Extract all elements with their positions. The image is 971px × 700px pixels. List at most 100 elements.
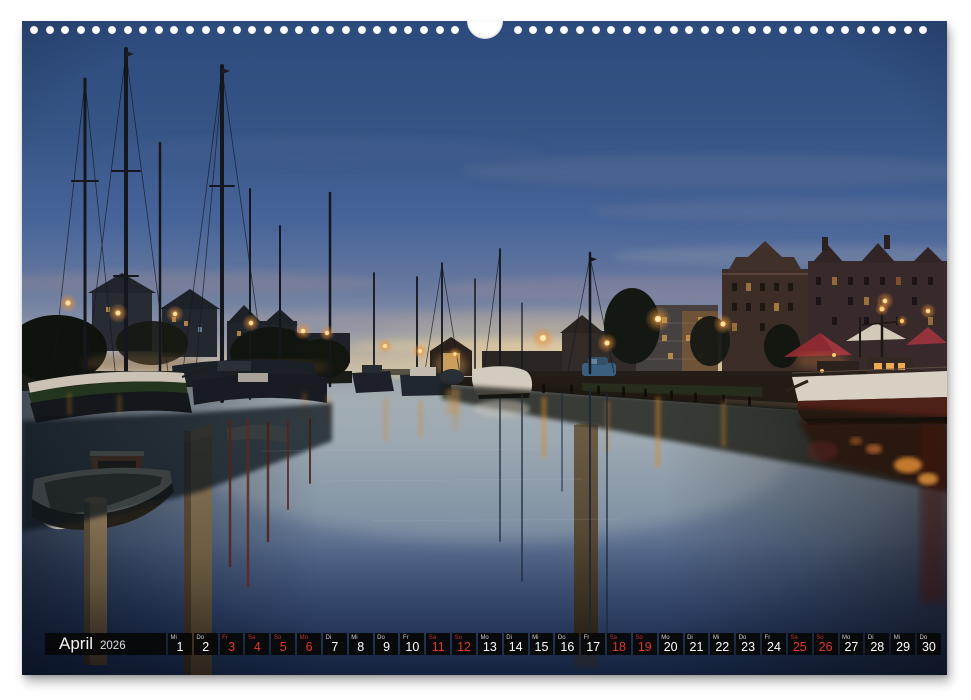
binding-hole <box>748 26 756 34</box>
day-cell: Mo 20 <box>659 633 683 655</box>
binding-hole <box>155 26 163 34</box>
binding-hole <box>342 26 350 34</box>
binding-hole <box>170 26 178 34</box>
day-number: 7 <box>323 640 347 654</box>
day-cell: So 19 <box>633 633 657 655</box>
day-cell: Sa 25 <box>788 633 812 655</box>
binding-hole <box>545 26 553 34</box>
binding-hole <box>451 26 459 34</box>
day-cell: Do 16 <box>555 633 579 655</box>
day-number: 13 <box>478 640 502 654</box>
binding-hole <box>311 26 319 34</box>
binding-hole <box>404 26 412 34</box>
day-number: 20 <box>659 640 683 654</box>
binding-hole <box>248 26 256 34</box>
day-number: 3 <box>220 640 244 654</box>
month-year-label: April 2026 <box>45 633 166 655</box>
year-label: 2026 <box>100 640 126 652</box>
binding-hole <box>61 26 69 34</box>
binding-hole <box>670 26 678 34</box>
day-number: 4 <box>245 640 269 654</box>
binding-hole <box>592 26 600 34</box>
calendar-sheet: April 2026 Mi 1 Do 2 Fr 3 Sa 4 So 5 Mo 6… <box>22 21 947 675</box>
binding-hole <box>810 26 818 34</box>
day-cell: Do 23 <box>736 633 760 655</box>
day-number: 16 <box>555 640 579 654</box>
harbor-photo <box>22 21 947 675</box>
day-cell: Mi 8 <box>349 633 373 655</box>
day-cell: Sa 18 <box>607 633 631 655</box>
binding-hole <box>280 26 288 34</box>
binding-hole <box>872 26 880 34</box>
day-number: 28 <box>865 640 889 654</box>
binding-hole <box>295 26 303 34</box>
day-cell: So 12 <box>452 633 476 655</box>
month-label: April <box>59 633 93 655</box>
day-cell: Do 9 <box>375 633 399 655</box>
binding-hole <box>373 26 381 34</box>
day-cell: Mo 13 <box>478 633 502 655</box>
day-number: 9 <box>375 640 399 654</box>
binding-hole <box>763 26 771 34</box>
binding-hole <box>794 26 802 34</box>
day-number: 1 <box>168 640 192 654</box>
day-cells: Mi 1 Do 2 Fr 3 Sa 4 So 5 Mo 6 Di 7 Mi 8 … <box>168 633 941 655</box>
day-number: 12 <box>452 640 476 654</box>
binding-hole <box>202 26 210 34</box>
binding-hole <box>904 26 912 34</box>
day-number: 29 <box>891 640 915 654</box>
binding-hole <box>701 26 709 34</box>
binding-hole <box>919 26 927 34</box>
day-cell: Fr 17 <box>581 633 605 655</box>
day-cell: Fr 24 <box>762 633 786 655</box>
photo-vignette <box>22 21 947 675</box>
binding-hole <box>514 26 522 34</box>
day-cell: Mi 1 <box>168 633 192 655</box>
day-cell: Di 28 <box>865 633 889 655</box>
day-cell: Sa 4 <box>245 633 269 655</box>
day-number: 21 <box>685 640 709 654</box>
day-cell: Mo 6 <box>297 633 321 655</box>
day-number: 11 <box>426 640 450 654</box>
binding-hole <box>779 26 787 34</box>
day-number: 25 <box>788 640 812 654</box>
day-cell: Do 30 <box>917 633 941 655</box>
day-cell: Do 2 <box>194 633 218 655</box>
binding-hole <box>826 26 834 34</box>
binding-hole <box>326 26 334 34</box>
binding-hole <box>576 26 584 34</box>
binding-hole <box>108 26 116 34</box>
binding-hole <box>358 26 366 34</box>
binding-hole <box>139 26 147 34</box>
binding-hole <box>732 26 740 34</box>
day-number: 15 <box>530 640 554 654</box>
day-number: 24 <box>762 640 786 654</box>
binding-hole <box>607 26 615 34</box>
day-number: 23 <box>736 640 760 654</box>
page-background: April 2026 Mi 1 Do 2 Fr 3 Sa 4 So 5 Mo 6… <box>0 0 971 700</box>
binding-hole <box>685 26 693 34</box>
day-cell: Fr 3 <box>220 633 244 655</box>
calendar-strip: April 2026 Mi 1 Do 2 Fr 3 Sa 4 So 5 Mo 6… <box>45 633 941 655</box>
binding-hole <box>436 26 444 34</box>
binding-hole <box>92 26 100 34</box>
day-cell: Fr 10 <box>400 633 424 655</box>
binding-hole <box>46 26 54 34</box>
day-cell: So 5 <box>271 633 295 655</box>
day-cell: Sa 11 <box>426 633 450 655</box>
day-number: 26 <box>814 640 838 654</box>
day-number: 8 <box>349 640 373 654</box>
binding-hole <box>77 26 85 34</box>
binding-hole <box>623 26 631 34</box>
binding-hole <box>30 26 38 34</box>
day-cell: Mi 22 <box>710 633 734 655</box>
binding-hole <box>217 26 225 34</box>
day-cell: Mi 29 <box>891 633 915 655</box>
day-cell: Di 21 <box>685 633 709 655</box>
day-cell: Di 7 <box>323 633 347 655</box>
day-number: 2 <box>194 640 218 654</box>
day-number: 18 <box>607 640 631 654</box>
binding-hole <box>389 26 397 34</box>
binding-hole <box>857 26 865 34</box>
binding-hole <box>124 26 132 34</box>
